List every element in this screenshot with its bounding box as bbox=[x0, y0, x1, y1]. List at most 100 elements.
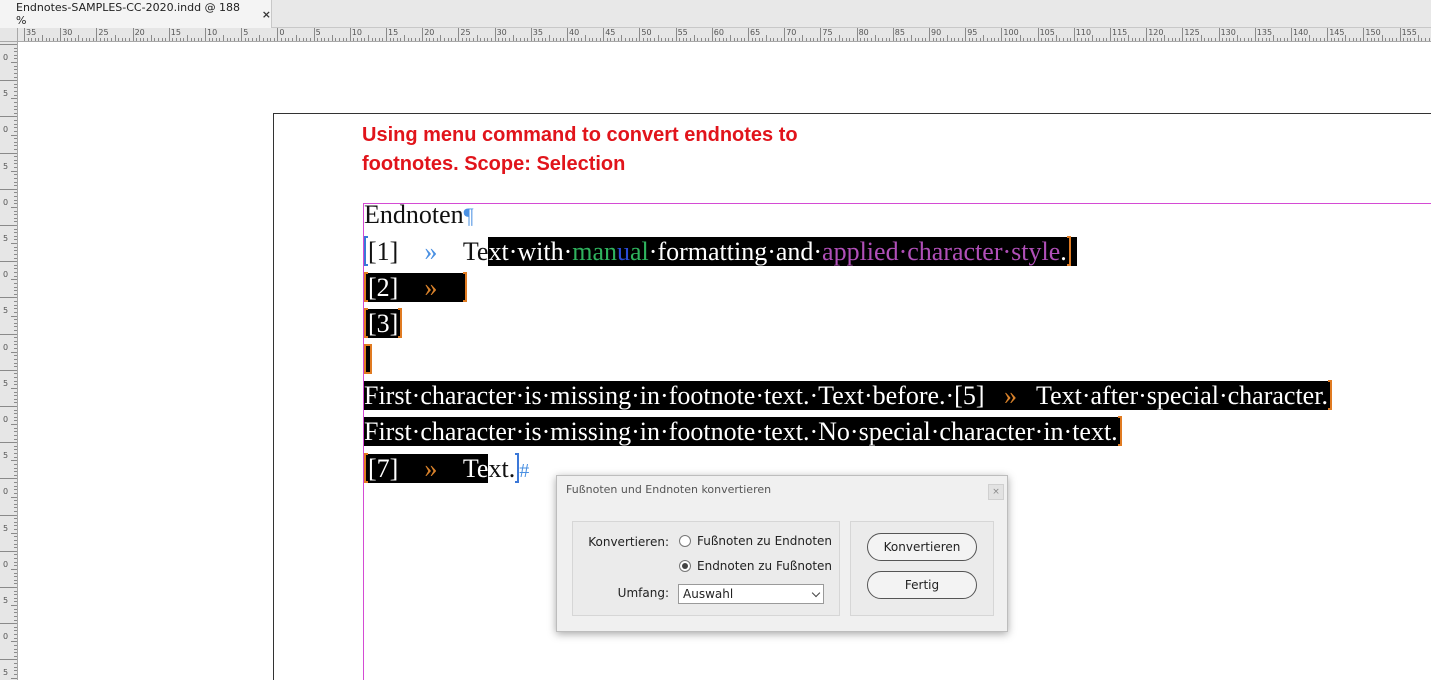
ruler-h-tick bbox=[690, 38, 692, 41]
document-tab[interactable]: Endnotes-SAMPLES-CC-2020.indd @ 188 % × bbox=[0, 0, 272, 28]
close-tab-icon[interactable]: × bbox=[262, 8, 271, 21]
done-button[interactable]: Fertig bbox=[867, 571, 977, 599]
radio-icon[interactable] bbox=[679, 560, 691, 572]
ruler-v-tick bbox=[14, 529, 17, 531]
endnote-line-7[interactable]: [7] » Text. # bbox=[364, 452, 529, 488]
endnote-line-2[interactable]: [2] » bbox=[364, 271, 468, 305]
ruler-h-tick bbox=[136, 38, 138, 41]
ruler-v-tick bbox=[14, 554, 17, 556]
ruler-h-tick bbox=[262, 38, 264, 41]
ruler-v-label: 0 bbox=[2, 415, 9, 424]
ruler-h-tick bbox=[346, 38, 348, 41]
ruler-h-tick bbox=[1305, 38, 1307, 41]
ruler-h-tick bbox=[31, 38, 33, 41]
ruler-h-tick bbox=[621, 35, 623, 41]
endnote-line-6[interactable]: First·character·is·missing·in·footnote·t… bbox=[364, 415, 1122, 449]
ruler-h-tick bbox=[914, 38, 916, 41]
ruler-h-tick bbox=[114, 35, 116, 41]
ruler-h-tick bbox=[1128, 35, 1130, 41]
radio-footnotes-to-endnotes[interactable]: Fußnoten zu Endnoten bbox=[679, 534, 832, 548]
ruler-h-tick bbox=[389, 38, 391, 41]
ruler-h-tick bbox=[671, 38, 673, 41]
ruler-h-label: 35 bbox=[532, 28, 543, 37]
ruler-v-tick bbox=[14, 340, 17, 342]
ruler-origin[interactable] bbox=[0, 28, 18, 42]
ruler-h-tick bbox=[722, 38, 724, 41]
ruler-v-tick bbox=[14, 286, 17, 288]
endnote-line-3[interactable]: [3] bbox=[364, 307, 403, 341]
ruler-v-tick bbox=[14, 156, 17, 158]
radio-endnotes-to-footnotes[interactable]: Endnoten zu Fußnoten bbox=[679, 559, 832, 573]
ruler-h-tick bbox=[71, 38, 73, 41]
ruler-h-tick bbox=[834, 38, 836, 41]
ruler-h-tick bbox=[552, 38, 554, 41]
endnote-number: [2] bbox=[368, 273, 399, 302]
ruler-h-tick bbox=[121, 38, 123, 41]
ruler-h-tick bbox=[1269, 38, 1271, 41]
ruler-v-tick bbox=[14, 148, 17, 150]
ruler-h-tick bbox=[320, 38, 322, 41]
convert-button[interactable]: Konvertieren bbox=[867, 533, 977, 561]
close-dialog-icon[interactable]: × bbox=[988, 484, 1004, 500]
ruler-v-tick bbox=[14, 268, 17, 270]
radio-icon[interactable] bbox=[679, 535, 691, 547]
ruler-v-tick bbox=[14, 47, 17, 49]
ruler-h-tick bbox=[614, 38, 616, 41]
ruler-v-tick bbox=[0, 225, 17, 226]
ruler-h-tick bbox=[538, 38, 540, 41]
ruler-h-tick bbox=[150, 35, 152, 41]
ruler-v-tick bbox=[11, 206, 17, 208]
ruler-v-tick bbox=[14, 670, 17, 672]
ruler-h-tick bbox=[179, 38, 181, 41]
ruler-h-tick bbox=[1222, 38, 1224, 41]
ruler-h-tick bbox=[1414, 38, 1416, 41]
ruler-v-tick bbox=[14, 72, 17, 74]
ruler-h-tick bbox=[281, 38, 283, 41]
vertical-ruler[interactable]: 0 5 0 5 0 5 0 5 0 5 0 5 0 5 0 5 0 5 bbox=[0, 42, 18, 680]
ruler-h-tick bbox=[226, 38, 228, 41]
ruler-h-tick bbox=[469, 38, 471, 41]
endnote-line-5[interactable]: First·character·is·missing·in·footnote·t… bbox=[364, 379, 1332, 413]
ruler-h-tick bbox=[1377, 38, 1379, 41]
endnote-line-4[interactable] bbox=[364, 343, 372, 377]
selected-text: [2] » bbox=[364, 272, 468, 302]
ruler-h-tick bbox=[143, 38, 145, 41]
ruler-h-tick bbox=[331, 35, 333, 41]
ruler-h-tick bbox=[1298, 38, 1300, 41]
document-tab-title: Endnotes-SAMPLES-CC-2020.indd @ 188 % bbox=[16, 1, 241, 27]
horizontal-ruler[interactable]: 35 30 25 20 15 10 5 0 5 10 15 20 25 30 35 40 45 50 55 60 65 7… bbox=[18, 28, 1431, 42]
ruler-h-tick bbox=[1301, 38, 1303, 41]
ruler-h-tick bbox=[1265, 38, 1267, 41]
ruler-h-tick bbox=[646, 38, 648, 41]
ruler-h-tick bbox=[682, 38, 684, 41]
scope-select[interactable]: Auswahl bbox=[678, 584, 824, 604]
ruler-v-label: 0 bbox=[2, 632, 9, 642]
ruler-h-tick bbox=[1077, 38, 1079, 41]
ruler-h-tick bbox=[429, 38, 431, 41]
ruler-h-tick bbox=[476, 35, 478, 41]
ruler-v-tick bbox=[14, 58, 17, 60]
scope-label: Umfang: bbox=[617, 586, 669, 600]
ruler-h-label: 15 bbox=[170, 28, 181, 37]
ruler-h-tick bbox=[241, 28, 243, 41]
ruler-v-tick bbox=[0, 623, 17, 625]
ruler-v-tick bbox=[14, 185, 17, 187]
text-line-title[interactable]: Endnoten¶ bbox=[364, 198, 474, 233]
ruler-h-tick bbox=[1338, 38, 1340, 41]
ruler-v-tick bbox=[14, 431, 17, 433]
endnote-line-1[interactable]: [1] » Text·with·manual·formatting·and·ap… bbox=[364, 235, 1078, 269]
ruler-h-tick bbox=[617, 38, 619, 41]
ruler-v-tick bbox=[14, 637, 17, 639]
ruler-h-tick bbox=[454, 38, 456, 41]
ruler-h-tick bbox=[1196, 38, 1198, 41]
ruler-v-tick bbox=[14, 138, 17, 140]
ruler-h-tick bbox=[910, 35, 912, 41]
ruler-v-tick bbox=[0, 116, 17, 118]
ruler-h-label: 105 bbox=[1039, 28, 1055, 37]
ruler-h-tick bbox=[588, 38, 590, 41]
ruler-v-tick bbox=[14, 438, 17, 440]
ruler-h-tick bbox=[396, 38, 398, 41]
ruler-h-tick bbox=[1334, 38, 1336, 41]
ruler-h-tick bbox=[1406, 38, 1408, 41]
ruler-v-tick bbox=[14, 101, 17, 103]
